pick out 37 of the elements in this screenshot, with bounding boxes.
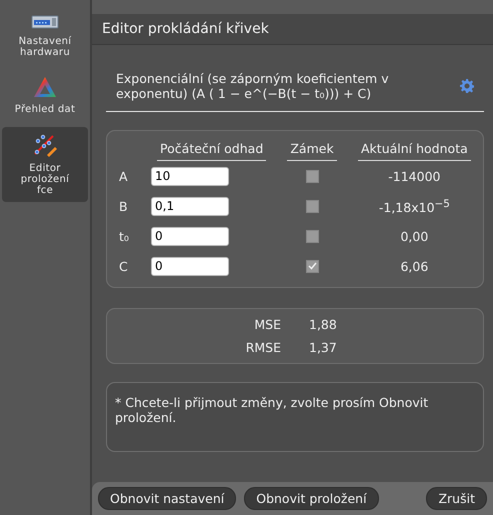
current-value: 0,00 (400, 228, 428, 244)
current-value: 6,06 (400, 258, 428, 274)
lock-checkbox[interactable] (306, 260, 319, 272)
statistic-label: MSE (253, 317, 281, 332)
initial-guess-field[interactable]: 0 (151, 256, 229, 276)
statistic-label: RMSE (244, 340, 281, 355)
curve-fit-icon (32, 133, 58, 157)
sidebar-item[interactable]: Nastavení hardwaru (2, 8, 88, 64)
column-header: Zámek (287, 139, 337, 161)
note-text: * Chcete-li přijmout změny, zvolte prosím Obnovit proložení. (106, 382, 484, 452)
action-button[interactable]: Zrušit (426, 487, 487, 510)
initial-guess-field[interactable]: 10 (151, 166, 229, 186)
settings-icon[interactable] (460, 79, 474, 93)
current-value: -114000 (388, 168, 440, 184)
check-icon (308, 262, 317, 270)
column-header: Počáteční odhad (157, 139, 266, 161)
parameter-name: A (119, 168, 128, 184)
current-value: -1,18x10$^{−5}$ (378, 200, 450, 215)
model-description: Exponenciální (se záporným koeficientem v exponentu) (A ( 1 − e^(−B(t − t₀))) + C) (116, 71, 390, 101)
parameter-name: C (119, 258, 128, 274)
lock-checkbox[interactable] (306, 200, 319, 212)
window-title: Editor prokládání křivek (92, 14, 493, 45)
lock-checkbox[interactable] (306, 230, 319, 242)
statistic-value: 1,88 (309, 317, 338, 332)
sidebar-item[interactable]: Editor proložení fce (2, 127, 88, 202)
lock-checkbox[interactable] (306, 170, 319, 182)
initial-guess-field[interactable]: 0,1 (151, 196, 229, 216)
parameter-name: B (119, 198, 128, 214)
hardware-icon (31, 14, 59, 30)
action-button[interactable]: Obnovit proložení (244, 487, 379, 510)
sidebar-item[interactable]: Přehled dat (2, 70, 88, 121)
column-header: Aktuální hodnota (358, 139, 471, 161)
initial-guess-field[interactable]: 0 (151, 226, 229, 246)
action-button[interactable]: Obnovit nastavení (98, 487, 236, 510)
triangle-icon (33, 76, 57, 98)
statistic-value: 1,37 (309, 340, 338, 355)
parameter-name: t₀ (119, 228, 129, 244)
